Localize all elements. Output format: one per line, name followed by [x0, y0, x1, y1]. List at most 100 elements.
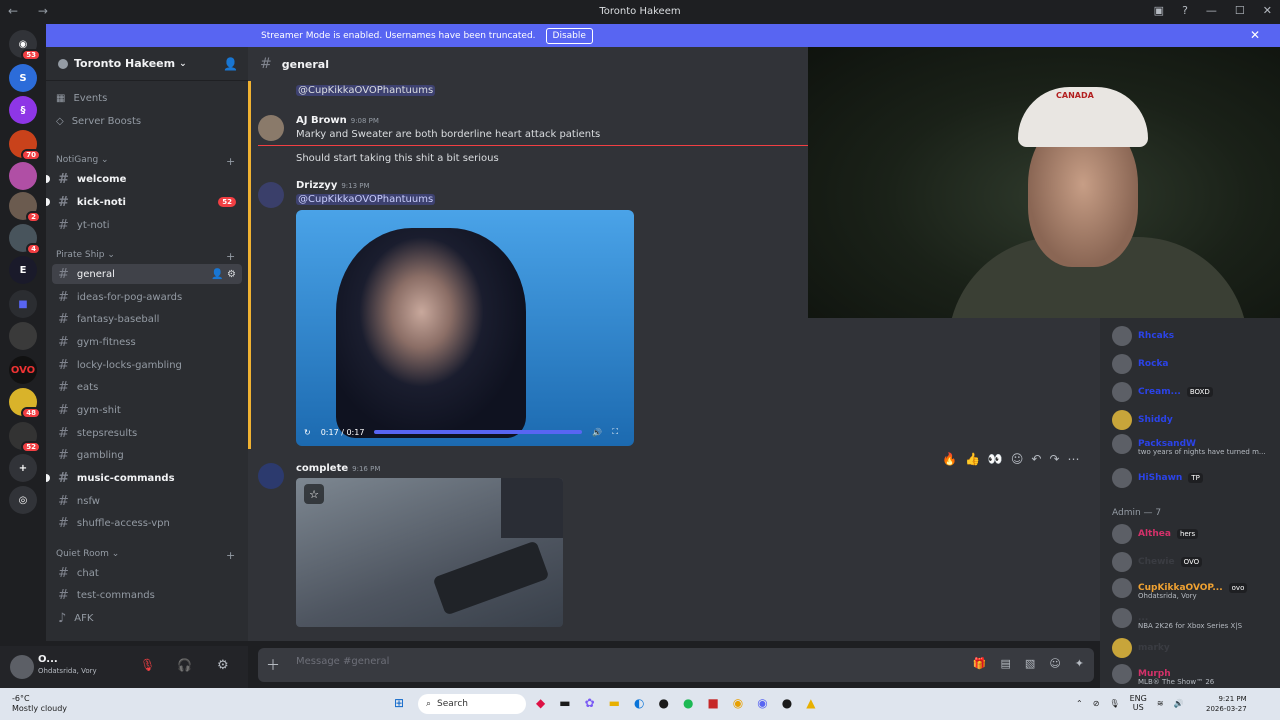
terminal-icon[interactable]: ▬ [559, 696, 570, 710]
gif-icon[interactable]: ▤ [1001, 657, 1011, 670]
attach-icon[interactable]: ＋ [266, 655, 280, 675]
deafen-icon[interactable]: 🎧 [177, 658, 192, 672]
gift-icon[interactable]: 🎁 [973, 657, 987, 670]
start-icon[interactable]: ⊞ [394, 696, 404, 710]
member-item[interactable]: Chewie OVO [1112, 552, 1203, 572]
volume-icon[interactable]: 🔊 [592, 428, 602, 437]
member-item[interactable]: Althea hers [1112, 524, 1199, 544]
member-item[interactable]: PacksandW two years of nights have turned… [1112, 434, 1266, 456]
app-icon[interactable]: ◆ [536, 696, 545, 710]
eyes-icon[interactable]: 👀 [988, 452, 1003, 466]
video-progress[interactable] [374, 430, 583, 434]
window-controls[interactable]: ▣ ? — ☐ ✕ [1154, 4, 1272, 17]
server-boosts-item[interactable]: ◇ Server Boosts [56, 116, 141, 127]
server-icon[interactable]: S [9, 64, 37, 92]
image-attachment[interactable]: ☆ [296, 478, 563, 627]
weather-widget[interactable]: -6°C Mostly cloudy [12, 694, 67, 714]
chrome-icon[interactable]: ◉ [733, 696, 743, 710]
category-notigang[interactable]: NotiGang ⌄ + [56, 155, 236, 168]
message-author[interactable]: complete 9:16 PM [296, 463, 380, 474]
member-item[interactable]: CupKikkaOVOP... ovo Ohdatsrida, Vory [1112, 578, 1248, 600]
clock[interactable]: 9:21 PM 2026-03-27 [1206, 694, 1247, 714]
mic-icon[interactable]: 🎙 [1109, 699, 1119, 708]
channel-general[interactable]: # general 👤 ⚙ [52, 264, 242, 284]
server-icon[interactable]: E [9, 256, 37, 284]
channel-gym-fitness[interactable]: # gym-fitness [52, 332, 242, 352]
channel-gambling[interactable]: # gambling [52, 445, 242, 465]
mention[interactable]: @CupKikkaOVOPhantuums [296, 194, 436, 205]
member-item[interactable]: Rocka [1112, 354, 1169, 374]
channel-shuffle-access-vpn[interactable]: # shuffle-access-vpn [52, 513, 242, 533]
channel-yt-noti[interactable]: # yt-noti [52, 215, 242, 235]
emoji-icon[interactable]: ☺ [1049, 657, 1060, 670]
app-icon[interactable]: ■ [707, 696, 718, 710]
channel-fantasy-baseball[interactable]: # fantasy-baseball [52, 309, 242, 329]
inbox-icon[interactable]: ▣ [1154, 4, 1164, 17]
taskbar-search[interactable]: ⌕ Search [418, 694, 526, 714]
member-item[interactable]: Murph MLB® The Show™ 26 [1112, 664, 1214, 686]
member-item[interactable]: marky [1112, 638, 1170, 658]
channel-chat[interactable]: # chat [52, 563, 242, 583]
chevron-up-icon[interactable]: ⌃ [1076, 699, 1083, 708]
apps-icon[interactable]: ✦ [1075, 657, 1084, 670]
events-item[interactable]: ▦ Events [56, 93, 107, 104]
server-icon[interactable] [9, 162, 37, 190]
maximize-icon[interactable]: ☐ [1235, 4, 1245, 17]
server-icon[interactable]: 2 [9, 192, 41, 223]
wifi-icon[interactable]: ≋ [1157, 699, 1164, 708]
server-icon[interactable]: 48 [9, 388, 41, 419]
server-icon[interactable]: 70 [9, 130, 41, 161]
category-quiet-room[interactable]: Quiet Room ⌄ + [56, 549, 236, 562]
volume-icon[interactable]: 🔊 [1174, 699, 1184, 708]
warning-icon[interactable]: ▲ [806, 696, 815, 710]
discover-icon[interactable]: ◎ [9, 486, 37, 514]
close-icon[interactable]: ✕ [1263, 4, 1272, 17]
home-icon[interactable]: ◉ 53 [9, 30, 41, 61]
server-icon[interactable]: OVO [9, 356, 37, 384]
member-item[interactable]: Rhcaks [1112, 326, 1174, 346]
app-icon[interactable]: ● [782, 696, 792, 710]
mention[interactable]: @CupKikkaOVOPhantuums [296, 85, 436, 96]
channel-welcome[interactable]: # welcome [46, 169, 242, 189]
server-icon[interactable] [9, 322, 37, 350]
member-item[interactable]: HiShawn TP [1112, 468, 1203, 488]
network-icon[interactable]: ⊘ [1093, 699, 1100, 708]
app-icon[interactable]: ● [658, 696, 668, 710]
server-header[interactable]: Toronto Hakeem ⌄ 👤 [46, 47, 248, 81]
channel-gym-shit[interactable]: # gym-shit [52, 400, 242, 420]
close-icon[interactable]: ✕ [1250, 28, 1260, 42]
replay-icon[interactable]: ↻ [304, 428, 311, 437]
fire-reaction-icon[interactable]: 🔥 [942, 452, 957, 466]
channel-test-commands[interactable]: # test-commands [52, 585, 242, 605]
forward-icon[interactable]: ↷ [1049, 452, 1059, 466]
help-icon[interactable]: ? [1182, 4, 1188, 17]
channel-actions[interactable]: 👤 ⚙ [211, 269, 236, 280]
add-server-icon[interactable]: + [9, 454, 37, 482]
add-channel-icon[interactable]: + [226, 155, 235, 168]
server-icon[interactable]: 52 [9, 422, 41, 453]
disable-button[interactable]: Disable [545, 27, 593, 44]
folder-icon[interactable]: ■ [9, 290, 37, 318]
fullscreen-icon[interactable]: ⛶ [612, 427, 618, 437]
language-indicator[interactable]: ENG US [1130, 694, 1147, 712]
avatar[interactable] [258, 115, 284, 141]
channel-kick-noti[interactable]: # kick-noti 52 [46, 192, 242, 212]
server-icon[interactable]: § [9, 96, 37, 124]
minimize-icon[interactable]: — [1206, 4, 1217, 17]
member-item[interactable]: Cream... BOXD [1112, 382, 1213, 402]
folder-icon[interactable]: ▬ [609, 696, 620, 710]
settings-icon[interactable]: ⚙ [217, 658, 229, 673]
category-pirate-ship[interactable]: Pirate Ship ⌄ + [56, 250, 236, 263]
video-attachment[interactable]: ↻ 0:17 / 0:17 🔊 ⛶ [296, 210, 634, 446]
add-member-icon[interactable]: 👤 [223, 57, 238, 71]
channel-ideas-for-pog-awards[interactable]: # ideas-for-pog-awards [52, 287, 242, 307]
spotify-icon[interactable]: ● [683, 696, 693, 710]
add-channel-icon[interactable]: + [226, 549, 235, 562]
channel-locky-locks-gambling[interactable]: # locky-locks-gambling [52, 355, 242, 375]
channel-nsfw[interactable]: # nsfw [52, 491, 242, 511]
favorite-icon[interactable]: ☆ [304, 484, 324, 504]
mic-muted-icon[interactable]: 🎙 [140, 658, 155, 672]
avatar[interactable] [258, 463, 284, 489]
more-icon[interactable]: ⋯ [1068, 452, 1080, 466]
member-item[interactable]: ... NBA 2K26 for Xbox Series X|S [1112, 608, 1242, 630]
